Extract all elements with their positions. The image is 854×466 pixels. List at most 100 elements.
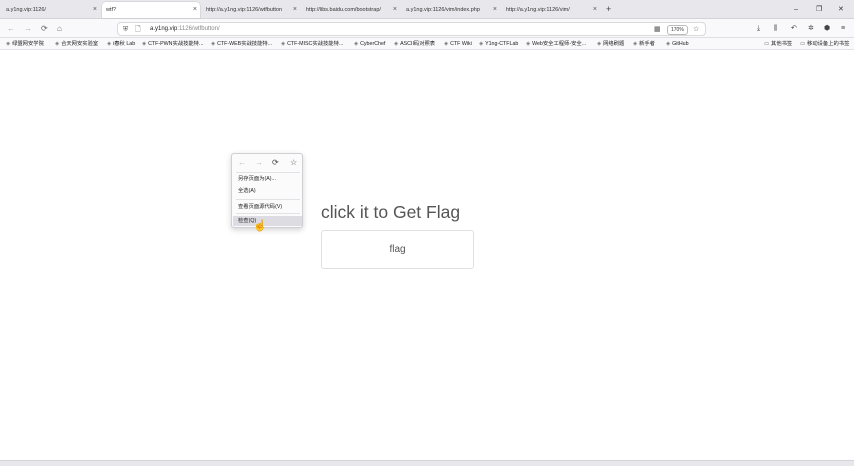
- new-tab-button[interactable]: +: [606, 2, 611, 17]
- close-icon[interactable]: ×: [493, 2, 497, 18]
- bookmark-item[interactable]: ◈ Web安全工程师-安全...: [526, 38, 586, 50]
- minimize-button[interactable]: –: [794, 2, 798, 17]
- bookmark-label: Y1ng-CTFLab: [485, 41, 519, 47]
- bookmark-icon: ◈: [394, 41, 399, 47]
- zoom-level-indicator[interactable]: 170%: [667, 25, 688, 35]
- bookmark-item[interactable]: ◈ CTF-MISC实战技能特...: [281, 38, 343, 50]
- bookmarks-toolbar: ◈ 绿盟网安学院 ◈ 合天网安实验室 ◈ i春秋 Lab ◈ CTF-PWN实战技能特.…: [0, 38, 854, 50]
- close-icon[interactable]: ×: [293, 2, 297, 18]
- folder-icon: ▭: [764, 41, 770, 47]
- menu-item-select-all[interactable]: 全选(A): [233, 186, 302, 196]
- flag-button[interactable]: flag: [321, 230, 474, 269]
- context-menu: ← → ⟳ ☆ 另存页面为(A)... 全选(A) 查看页面源代码(V) 检查(…: [231, 153, 303, 228]
- bookmark-icon: ◈: [281, 41, 286, 47]
- url-host: a.y1ng.vip: [150, 26, 178, 32]
- navigation-toolbar: ← → ⟳ ⌂ ⛨ 🗋 a.y1ng.vip:1126/wtfbutton/ 1…: [0, 19, 854, 38]
- url-text[interactable]: a.y1ng.vip:1126/wtfbutton/: [150, 23, 220, 36]
- qr-icon[interactable]: ▦: [654, 23, 661, 36]
- bookmark-label: ASCII码对照表: [400, 41, 436, 47]
- tab-5[interactable]: a.y1ng.vip:1126/vim/index.php ×: [402, 2, 500, 18]
- bookmark-item[interactable]: ◈ GitHub: [666, 38, 689, 50]
- extension-icon[interactable]: ✲: [808, 21, 814, 36]
- bookmark-label: Web安全工程师-安全...: [532, 41, 587, 47]
- tab-title: a.y1ng.vip:1126/: [6, 7, 46, 13]
- bookmark-icon: ◈: [142, 41, 147, 47]
- bookmark-label: 新手者: [639, 41, 655, 47]
- tab-2-active[interactable]: wtf? ×: [102, 2, 200, 18]
- bookmark-item[interactable]: ◈ 合天网安实验室: [55, 38, 98, 50]
- mouse-pointer-icon: ☝: [253, 220, 267, 232]
- bookmark-icon: ◈: [633, 41, 638, 47]
- bookmark-label: CTF-MISC实战技能特...: [287, 41, 344, 47]
- back-icon[interactable]: ←: [238, 158, 246, 168]
- menu-divider: [236, 199, 300, 200]
- close-window-button[interactable]: ✕: [838, 2, 844, 17]
- reload-icon[interactable]: ⟳: [272, 158, 279, 168]
- forward-icon[interactable]: →: [255, 158, 263, 168]
- close-icon[interactable]: ×: [593, 2, 597, 18]
- close-icon[interactable]: ×: [193, 2, 197, 18]
- bookmark-icon: ◈: [526, 41, 531, 47]
- bookmark-label: CTF-WEB实战技能特...: [217, 41, 273, 47]
- bookmark-icon: ◈: [666, 41, 671, 47]
- bookmark-item[interactable]: ◈ CTF Wiki: [444, 38, 472, 50]
- bottom-taskbar: [0, 460, 854, 466]
- bookmark-item[interactable]: ◈ 新手者: [633, 38, 655, 50]
- tab-1[interactable]: a.y1ng.vip:1126/ ×: [2, 2, 100, 18]
- bookmark-item[interactable]: ◈ CTF-WEB实战技能特...: [211, 38, 272, 50]
- maximize-button[interactable]: ❐: [816, 2, 822, 17]
- bookmark-item[interactable]: ◈ Y1ng-CTFLab: [479, 38, 518, 50]
- hamburger-menu-icon[interactable]: ≡: [841, 21, 845, 36]
- menu-item-save-page[interactable]: 另存页面为(A)...: [233, 174, 302, 184]
- bookmark-icon: ◈: [55, 41, 60, 47]
- addon-icon[interactable]: ⬢: [824, 21, 830, 36]
- bookmark-icon: ◈: [6, 41, 11, 47]
- undo-icon[interactable]: ↶: [791, 21, 797, 36]
- bookmark-item[interactable]: ◈ CyberChef: [354, 38, 385, 50]
- tab-strip: a.y1ng.vip:1126/ × wtf? × http://a.y1ng.…: [0, 0, 854, 19]
- menu-divider: [236, 213, 300, 214]
- bookmark-item[interactable]: ◈ ASCII码对照表: [394, 38, 435, 50]
- forward-button[interactable]: →: [24, 21, 32, 36]
- bookmark-item[interactable]: ◈ 网络刷题: [597, 38, 624, 50]
- bookmark-label: CTF-PWN实战技能特...: [148, 41, 204, 47]
- menu-item-view-source[interactable]: 查看页面源代码(V): [233, 202, 302, 212]
- bookmark-item[interactable]: ◈ CTF-PWN实战技能特...: [142, 38, 203, 50]
- url-bar[interactable]: ⛨ 🗋 a.y1ng.vip:1126/wtfbutton/ 170% ▦ ☆: [117, 22, 706, 36]
- bookmark-label: 移动设备上的书签: [807, 41, 850, 47]
- back-button[interactable]: ←: [7, 21, 15, 36]
- tab-6[interactable]: http://a.y1ng.vip:1126/vim/ ×: [502, 2, 600, 18]
- reload-button[interactable]: ⟳: [41, 21, 48, 36]
- bookmark-item[interactable]: ◈ i春秋 Lab: [107, 38, 135, 50]
- shield-icon[interactable]: ⛨: [123, 23, 128, 36]
- download-icon[interactable]: ⤓: [757, 21, 760, 36]
- bookmark-label: i春秋 Lab: [113, 41, 136, 47]
- menu-item-inspect[interactable]: 检查(Q): [233, 216, 302, 226]
- close-icon[interactable]: ×: [93, 2, 97, 18]
- tab-title: http://a.y1ng.vip:1126/wtfbutton: [206, 7, 283, 13]
- bookmark-item[interactable]: ◈ 绿盟网安学院: [6, 38, 44, 50]
- bookmark-icon: ◈: [354, 41, 359, 47]
- tab-3[interactable]: http://a.y1ng.vip:1126/wtfbutton ×: [202, 2, 300, 18]
- tab-title: a.y1ng.vip:1126/vim/index.php: [406, 7, 480, 13]
- page-info-icon[interactable]: 🗋: [135, 23, 141, 36]
- tab-title: http://libs.baidu.com/bootstrap/: [306, 7, 381, 13]
- library-icon[interactable]: ⫼: [774, 21, 777, 36]
- tab-4[interactable]: http://libs.baidu.com/bootstrap/ ×: [302, 2, 400, 18]
- bookmark-icon: ◈: [444, 41, 449, 47]
- mobile-bookmarks[interactable]: ▭ 移动设备上的书签: [800, 38, 849, 50]
- home-button[interactable]: ⌂: [57, 21, 62, 36]
- tab-title: http://a.y1ng.vip:1126/vim/: [506, 7, 570, 13]
- bookmark-label: 绿盟网安学院: [12, 41, 44, 47]
- star-icon[interactable]: ☆: [693, 23, 699, 36]
- bookmark-star-icon[interactable]: ☆: [290, 158, 297, 168]
- close-icon[interactable]: ×: [393, 2, 397, 18]
- menu-divider: [236, 172, 300, 173]
- bookmark-label: 合天网安实验室: [61, 41, 99, 47]
- bookmark-label: GitHub: [672, 41, 689, 47]
- bookmark-icon: ◈: [107, 41, 112, 47]
- bookmark-label: 网络刷题: [603, 41, 625, 47]
- bookmark-label: CyberChef: [360, 41, 386, 47]
- other-bookmarks[interactable]: ▭ 其他书签: [764, 38, 792, 50]
- bookmark-icon: ◈: [597, 41, 602, 47]
